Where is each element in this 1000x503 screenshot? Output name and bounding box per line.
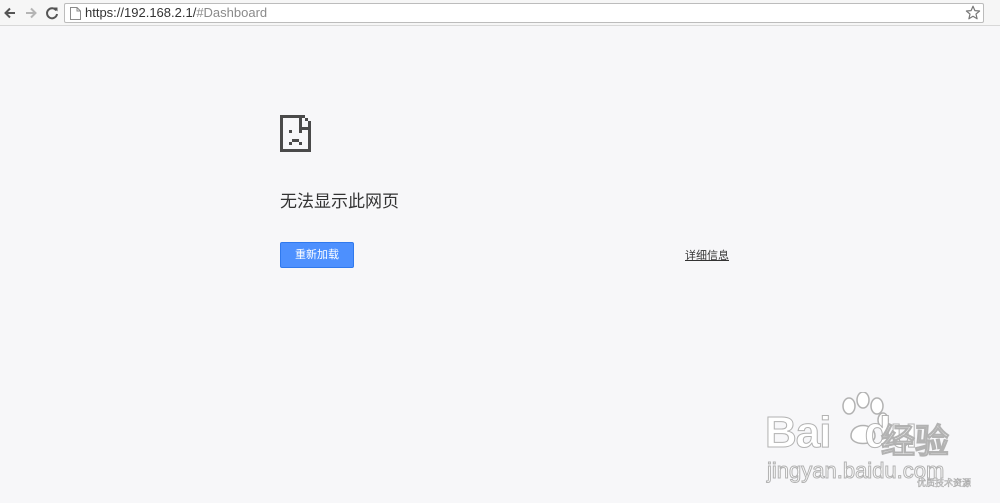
watermark-tagline: 优质技术资源 (917, 479, 972, 490)
url-fragment: #Dashboard (196, 5, 268, 20)
url-host: https://192.168.2.1/ (85, 5, 197, 20)
page-icon (70, 7, 81, 20)
back-button[interactable] (1, 4, 19, 22)
sad-page-icon (280, 115, 311, 152)
details-link[interactable]: 详细信息 (685, 247, 729, 263)
reload-button[interactable]: 重新加载 (280, 242, 354, 268)
reload-nav-button[interactable] (43, 4, 61, 22)
forward-button[interactable] (22, 4, 40, 22)
forward-arrow-icon (26, 7, 37, 19)
reload-icon (46, 7, 58, 20)
error-title: 无法显示此网页 (280, 192, 399, 212)
star-icon[interactable] (965, 5, 981, 21)
watermark-brand-cn: 经验 (881, 422, 950, 463)
back-arrow-icon (4, 7, 15, 19)
baidu-watermark: Bai du 经验 jingyan.baidu.com 优质技术资源 (764, 368, 995, 498)
browser-toolbar: https://192.168.2.1/#Dashboard (0, 0, 1000, 26)
address-bar[interactable]: https://192.168.2.1/#Dashboard (64, 3, 984, 23)
watermark-brand-start: Bai (764, 408, 831, 458)
url-text[interactable]: https://192.168.2.1/#Dashboard (85, 4, 267, 22)
